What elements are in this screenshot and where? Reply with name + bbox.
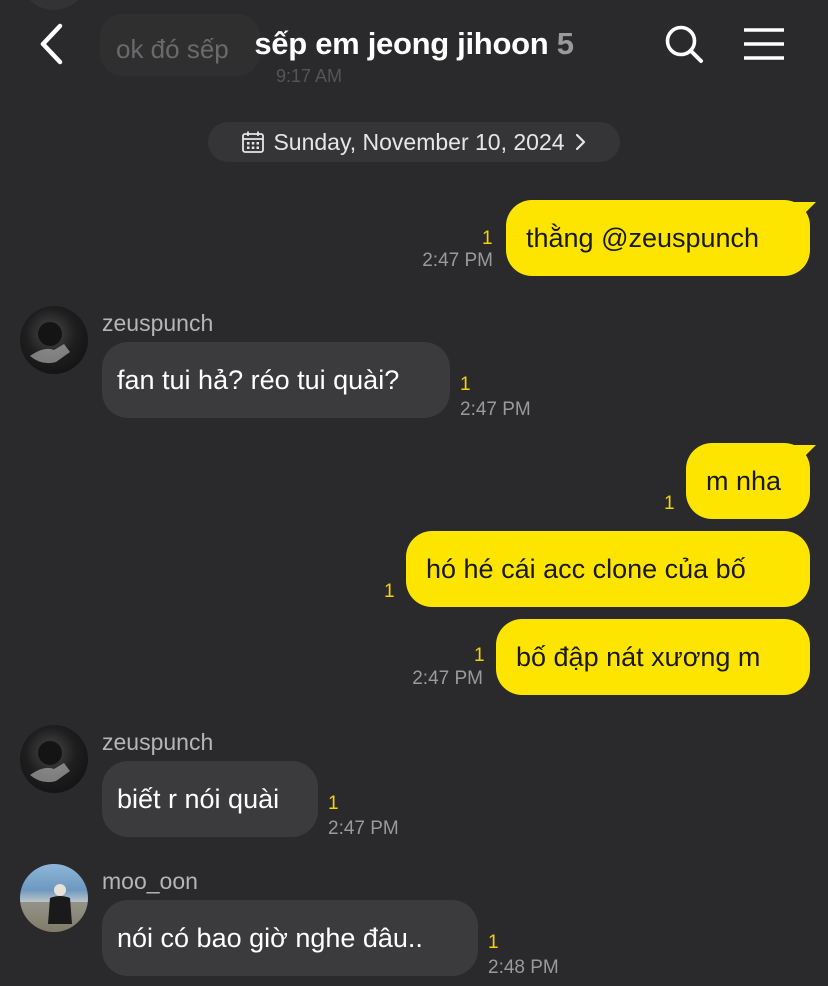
message-text: hó hé cái acc clone của bố	[426, 553, 746, 584]
message-text: biết r nói quài	[117, 783, 280, 814]
message-text: nói có bao giờ nghe đâu..	[117, 922, 423, 953]
sender-name: zeuspunch	[102, 729, 214, 755]
unread-count: 1	[328, 793, 339, 814]
message-time: 2:47 PM	[328, 818, 399, 839]
message-time: 2:47 PM	[422, 250, 493, 271]
previous-message-time: 9:17 AM	[276, 66, 343, 86]
my-message-bubble[interactable]: hó hé cái acc clone của bố	[406, 531, 810, 607]
avatar-zeuspunch[interactable]	[20, 725, 88, 793]
avatar-image	[30, 322, 70, 364]
chat-name: sếp em jeong jihoon	[254, 26, 549, 61]
unread-count: 1	[488, 932, 499, 953]
unread-count: 1	[664, 493, 675, 514]
my-message-bubble[interactable]: m nha	[686, 443, 810, 519]
search-icon	[665, 25, 703, 63]
message-text: thằng @zeuspunch	[526, 222, 760, 253]
unread-count: 1	[482, 228, 493, 249]
unread-count: 1	[460, 374, 471, 395]
previous-avatar	[20, 0, 88, 10]
chevron-right-icon	[575, 133, 585, 151]
unread-count: 1	[384, 581, 395, 602]
my-message-bubble[interactable]: thằng @zeuspunch	[506, 200, 810, 276]
avatar-image	[30, 741, 70, 783]
sender-name: moo_oon	[102, 868, 198, 894]
calendar-icon	[242, 131, 265, 153]
avatar-zeuspunch[interactable]	[20, 306, 88, 374]
message-time: 2:47 PM	[460, 399, 531, 420]
their-message-bubble[interactable]: biết r nói quài	[102, 761, 318, 837]
their-message-bubble[interactable]: fan tui hả? réo tui quài?	[102, 342, 450, 418]
message-time: 2:47 PM	[412, 668, 483, 689]
message-time: 2:48 PM	[488, 957, 559, 978]
unread-count: 1	[474, 645, 485, 666]
message-text: fan tui hả? réo tui quài?	[117, 364, 400, 395]
date-divider-text: Sunday, November 10, 2024	[273, 128, 565, 155]
message-text: m nha	[706, 465, 782, 496]
their-message-bubble[interactable]: nói có bao giờ nghe đâu..	[102, 900, 478, 976]
member-count: 5	[556, 26, 574, 61]
search-button[interactable]	[662, 22, 706, 66]
my-message-bubble[interactable]: bố đập nát xương m	[496, 619, 810, 695]
date-divider[interactable]: Sunday, November 10, 2024	[208, 122, 620, 162]
sender-name: zeuspunch	[102, 310, 214, 336]
menu-button[interactable]	[742, 24, 786, 64]
avatar-moo-oon[interactable]	[20, 864, 88, 932]
message-text: bố đập nát xương m	[516, 641, 761, 672]
avatar-image	[20, 884, 88, 932]
hamburger-menu-icon	[744, 28, 784, 60]
